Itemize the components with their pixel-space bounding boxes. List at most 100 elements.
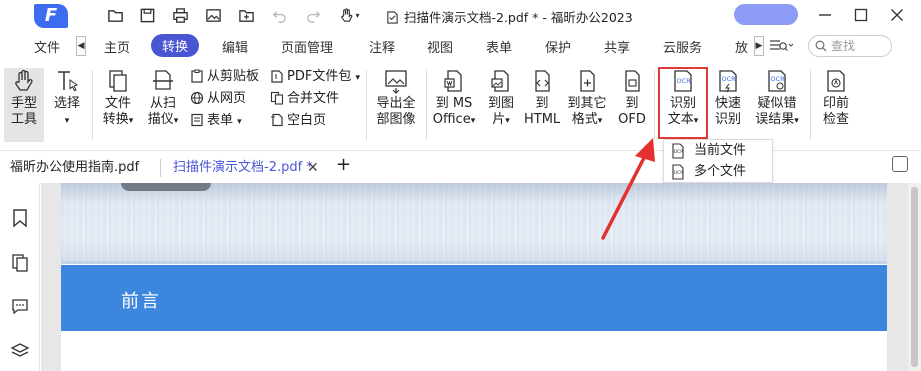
menu-edit[interactable]: 编辑 xyxy=(222,37,248,56)
scanner-icon xyxy=(153,70,173,90)
ribbon-layout-icon[interactable] xyxy=(769,38,794,57)
document-canvas[interactable]: 前言 xyxy=(41,183,921,371)
pages-icon[interactable] xyxy=(10,253,30,273)
merge-icon xyxy=(270,91,284,105)
menu-form[interactable]: 表单 xyxy=(486,37,512,56)
quick-ocr-icon: OCR xyxy=(719,70,737,93)
save-icon[interactable] xyxy=(136,5,158,25)
from-webpage-label: 从网页 xyxy=(207,91,247,106)
tab-list-icon[interactable] xyxy=(892,156,908,172)
scrollbar-thumb[interactable] xyxy=(911,187,918,367)
scan-divider xyxy=(61,261,887,264)
ribbon-toolbar: 手型 工具 选择 ▾ 文件 转换▾ 从扫 描仪▾ 从剪贴板 从网页 表单 ▾ PD… xyxy=(0,62,921,146)
new-tab-icon[interactable]: + xyxy=(336,154,351,175)
page-heading: 前言 xyxy=(121,291,161,312)
form-icon xyxy=(191,113,203,127)
menu-page-manage[interactable]: 页面管理 xyxy=(281,37,333,56)
menu-scroll-left-icon[interactable]: ◀ xyxy=(76,36,86,56)
select-tool-button[interactable]: 选择 ▾ xyxy=(50,68,84,129)
minimize-icon[interactable] xyxy=(815,5,835,25)
to-image-label: 到图 片 xyxy=(487,96,514,127)
export-images-label: 导出全 部图像 xyxy=(376,96,416,127)
doc-other-icon xyxy=(580,70,595,92)
blank-page-icon xyxy=(271,113,283,127)
menu-convert[interactable]: 转换 xyxy=(151,34,200,57)
left-sidebar xyxy=(0,183,40,371)
tab-divider xyxy=(160,159,161,177)
annotation-arrow-icon xyxy=(601,138,655,240)
blank-page-button[interactable]: 空白页 xyxy=(270,112,326,130)
bookmark-icon[interactable] xyxy=(10,208,30,228)
ocr-multiple-files-item[interactable]: OCR 多个文件 xyxy=(664,162,772,182)
globe-icon xyxy=(190,91,204,105)
merge-files-label: 合并文件 xyxy=(287,91,340,106)
close-icon[interactable] xyxy=(887,5,907,25)
menu-view[interactable]: 视图 xyxy=(427,37,453,56)
menu-cloud[interactable]: 云服务 xyxy=(663,37,702,56)
to-html-label: 到 HTML xyxy=(524,96,561,127)
clipboard-icon xyxy=(191,69,203,83)
menu-comment[interactable]: 注释 xyxy=(369,37,395,56)
search-input[interactable]: 查找 xyxy=(808,35,892,57)
menu-file[interactable]: 文件 xyxy=(34,37,60,56)
office-doc-icon xyxy=(444,70,462,92)
quick-ocr-button[interactable]: OCR 快速 识别 xyxy=(710,68,746,128)
merge-files-button[interactable]: 合并文件 xyxy=(270,90,339,108)
suspect-ocr-button[interactable]: OCR 疑似错 误结果▾ xyxy=(752,68,802,129)
blank-page-label: 空白页 xyxy=(287,113,327,128)
file-convert-button[interactable]: 文件 转换▾ xyxy=(98,68,138,129)
hand-tool-button[interactable]: 手型 工具 xyxy=(4,68,44,142)
menu-share[interactable]: 共享 xyxy=(604,37,630,56)
from-webpage-button[interactable]: 从网页 xyxy=(190,90,246,108)
to-image-button[interactable]: 到图 片▾ xyxy=(484,68,518,129)
redo-icon[interactable] xyxy=(302,5,324,25)
from-clipboard-button[interactable]: 从剪贴板 xyxy=(190,68,259,86)
undo-icon[interactable] xyxy=(268,5,290,25)
preflight-icon xyxy=(827,70,845,92)
tab-close-icon[interactable]: ✕ xyxy=(307,156,319,180)
menu-protect[interactable]: 保护 xyxy=(545,37,571,56)
pdf-package-button[interactable]: PDF文件包 ▾ xyxy=(270,68,360,86)
to-ofd-button[interactable]: 到 OFD xyxy=(616,68,648,128)
suspect-ocr-icon: OCR xyxy=(768,70,786,92)
preflight-button[interactable]: 印前 检查 xyxy=(818,68,854,128)
pdf-package-label: PDF文件包 xyxy=(287,69,352,84)
search-placeholder: 查找 xyxy=(831,39,856,53)
tab-scan-demo-label: 扫描件演示文档-2.pdf * xyxy=(173,160,313,175)
window-title-text: 扫描件演示文档-2.pdf * - 福昕办公2023 xyxy=(404,10,633,25)
svg-text:OCR: OCR xyxy=(674,149,684,155)
layers-icon[interactable] xyxy=(10,341,30,361)
menu-scroll-right-icon[interactable]: ▶ xyxy=(754,36,764,56)
print-icon[interactable] xyxy=(169,5,191,25)
to-html-button[interactable]: 到 HTML xyxy=(524,68,560,128)
ocr-current-file-label: 当前文件 xyxy=(694,143,747,158)
tab-scan-demo-pdf[interactable]: 扫描件演示文档-2.pdf * ✕ xyxy=(163,156,328,182)
heading-band: 前言 xyxy=(61,265,887,331)
folder-plus-icon[interactable] xyxy=(235,5,257,25)
svg-text:OCR: OCR xyxy=(771,75,786,83)
ocr-file-icon: OCR xyxy=(672,143,684,159)
open-folder-icon[interactable] xyxy=(104,5,126,25)
from-scanner-button[interactable]: 从扫 描仪▾ xyxy=(142,68,184,129)
document-tabs: 福昕办公使用指南.pdf 扫描件演示文档-2.pdf * ✕ + xyxy=(0,150,921,182)
ocr-highlight-box xyxy=(658,67,708,139)
pdf-page: 前言 xyxy=(61,183,887,371)
ocr-current-file-item[interactable]: OCR 当前文件 xyxy=(664,141,772,161)
ocr-dropdown-menu: OCR 当前文件 OCR 多个文件 xyxy=(663,139,773,183)
package-icon xyxy=(271,70,283,83)
export-images-button[interactable]: 导出全 部图像 xyxy=(372,68,420,128)
vertical-scrollbar[interactable] xyxy=(908,183,921,371)
tab-guide-label: 福昕办公使用指南.pdf xyxy=(10,160,140,175)
menu-more[interactable]: 放 xyxy=(735,37,748,56)
user-account-button[interactable] xyxy=(734,4,798,25)
doc-html-icon xyxy=(535,70,550,92)
tab-guide-pdf[interactable]: 福昕办公使用指南.pdf xyxy=(0,156,158,182)
maximize-icon[interactable] xyxy=(851,5,871,25)
to-other-format-button[interactable]: 到其它 格式▾ xyxy=(566,68,608,129)
comment-icon[interactable] xyxy=(10,296,30,316)
menu-home[interactable]: 主页 xyxy=(104,37,130,56)
form-button[interactable]: 表单 ▾ xyxy=(190,112,242,130)
to-ms-office-button[interactable]: 到 MS Office▾ xyxy=(430,68,478,129)
hand-menu-icon[interactable]: ▾ xyxy=(334,5,364,25)
image-icon[interactable] xyxy=(202,5,224,25)
